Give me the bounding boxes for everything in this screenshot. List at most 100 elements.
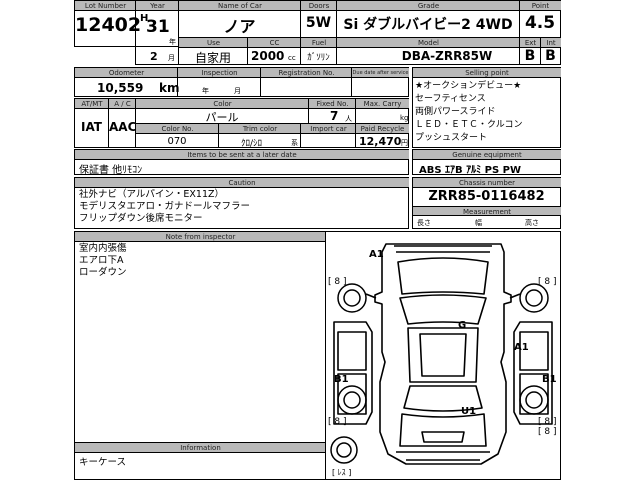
fixed-cell: Fixed No. 7 人 bbox=[308, 98, 356, 124]
lot-number: 12402 bbox=[75, 14, 142, 36]
grade-value: Si ダブルバイビー2 4WD bbox=[343, 17, 513, 33]
max-carry-label: Max. Carry bbox=[356, 99, 409, 109]
selling-point-line: 両側パワースライド bbox=[415, 107, 496, 117]
model-label: Model bbox=[337, 38, 520, 48]
ext-value: B bbox=[524, 48, 536, 64]
inspector-note-line: 室内内張傷 bbox=[79, 243, 127, 254]
inspection-month-unit: 月 bbox=[234, 87, 241, 95]
selling-point-line: プッシュスタート bbox=[415, 133, 488, 143]
fuel-label: Fuel bbox=[301, 38, 337, 48]
later-items-value: 保証書 他ﾘﾓｺﾝ bbox=[79, 165, 143, 176]
caution-line: 社外ナビ（アルパイン・EX11Z） bbox=[79, 189, 225, 200]
color-label: Color bbox=[136, 99, 309, 109]
fuel-value: ｶﾞｿﾘﾝ bbox=[307, 53, 330, 63]
selling-point-line: セーフティセンス bbox=[415, 94, 486, 104]
inspector-note-line: ローダウン bbox=[79, 267, 127, 278]
cc-cell: CC 2000 cc bbox=[247, 37, 301, 65]
later-items-cell: Items to be sent at a later date 保証書 他ﾘﾓ… bbox=[74, 149, 409, 176]
spare-tire-reading: [ ﾚｽ ] bbox=[332, 468, 351, 477]
mark-rear: U1 bbox=[461, 406, 476, 417]
ext-cell: Ext B bbox=[519, 37, 541, 65]
car-outline-diagram: A1 G A1 B1 B1 U1 [ 8 ] [ 8 ] [ 8 ] [ 8 ]… bbox=[328, 243, 557, 477]
inspection-label: Inspection bbox=[178, 68, 261, 78]
doors-value: 5W bbox=[305, 15, 332, 31]
inspector-note-line: エアロ下A bbox=[79, 255, 124, 266]
inspection-year-unit: 年 bbox=[202, 87, 209, 95]
selling-point-line: ＬＥＤ・ＥＴＣ・クルコン bbox=[415, 120, 523, 130]
int-label: Int bbox=[541, 38, 561, 48]
fixed-value: 7 bbox=[330, 109, 339, 123]
point-label: Point bbox=[520, 1, 561, 11]
trim-unit: 系 bbox=[291, 139, 298, 147]
color-no-label: Color No. bbox=[136, 124, 219, 134]
car-name: ノア bbox=[223, 17, 256, 36]
caution-line: フリップダウン後席モニター bbox=[79, 213, 203, 224]
registration-label: Registration No. bbox=[261, 68, 352, 78]
chassis-label: Chassis number bbox=[413, 178, 561, 188]
ac-label: A / C bbox=[109, 99, 136, 109]
equipment-value: ABS ｴｱB ｱﾙﾐ PS PW bbox=[419, 165, 522, 176]
month-cell: 2 月 bbox=[135, 46, 179, 65]
int-cell: Int B bbox=[540, 37, 561, 65]
information-cell: Information キーケース bbox=[74, 442, 326, 480]
inspector-note-cell: Note from inspector 室内内張傷 エアロ下A ローダウン bbox=[74, 231, 326, 443]
model-value: DBA-ZRR85W bbox=[401, 49, 493, 63]
car-diagram: A1 G A1 B1 B1 U1 [ 8 ] [ 8 ] [ 8 ] [ 8 ]… bbox=[325, 231, 561, 480]
trim-label: Trim color bbox=[219, 124, 301, 134]
tire-reading: [ 8 ] bbox=[538, 427, 556, 437]
tire-reading: [ 8 ] bbox=[538, 277, 556, 287]
odometer-cell: Odometer 10,559 km bbox=[74, 67, 179, 97]
use-value: 自家用 bbox=[194, 51, 231, 65]
due-date-label: Due date after service bbox=[352, 68, 409, 78]
use-label: Use bbox=[179, 38, 248, 48]
recycle-value: 12,470 bbox=[359, 135, 402, 148]
int-value: B bbox=[545, 48, 556, 64]
lot-label: Lot Number bbox=[75, 1, 136, 11]
mark-right-rear: B1 bbox=[542, 374, 557, 385]
recycle-cell: Paid Recycle 12,470 円 bbox=[355, 123, 409, 148]
import-cell: Import car bbox=[300, 123, 356, 148]
chassis-number: ZRR85-0116482 bbox=[428, 189, 545, 204]
max-carry-cell: Max. Carry kg bbox=[355, 98, 409, 124]
import-label: Import car bbox=[301, 124, 356, 134]
caution-line: モデリスタエアロ・ガナドールマフラー bbox=[79, 201, 251, 212]
inspector-note-label: Note from inspector bbox=[75, 232, 326, 242]
selling-point-cell: Selling point ★オークションデビュー★ セーフティセンス 両側パワ… bbox=[412, 67, 561, 148]
odometer-value: 10,559 bbox=[97, 81, 144, 95]
atmt-value: IAT bbox=[80, 120, 102, 134]
mark-front: A1 bbox=[369, 249, 384, 260]
mark-right-side: A1 bbox=[514, 342, 529, 353]
information-line: キーケース bbox=[79, 457, 127, 468]
registration-cell: Registration No. bbox=[260, 67, 352, 97]
cc-unit: cc bbox=[288, 54, 296, 62]
ac-cell: A / C AAC bbox=[108, 98, 136, 148]
measurement-label: Measurement bbox=[413, 206, 561, 216]
chassis-cell: Chassis number ZRR85-0116482 Measurement… bbox=[412, 177, 561, 229]
year-label: Year bbox=[136, 1, 179, 11]
odometer-label: Odometer bbox=[75, 68, 178, 78]
doors-label: Doors bbox=[301, 1, 337, 11]
recycle-unit: 円 bbox=[401, 139, 408, 147]
month-value: 2 bbox=[150, 50, 158, 63]
atmt-cell: AT/MT IAT bbox=[74, 98, 109, 148]
color-no-value: 070 bbox=[167, 136, 187, 147]
recycle-label: Paid Recycle bbox=[356, 124, 409, 134]
lot-cell: Lot Number 12402 bbox=[74, 0, 142, 47]
car-name-cell: Name of Car ノア bbox=[178, 0, 301, 38]
mark-left-rear: B1 bbox=[334, 374, 349, 385]
year-value: 31 bbox=[146, 17, 170, 37]
cc-value: 2000 bbox=[251, 49, 285, 63]
ext-label: Ext bbox=[520, 38, 541, 48]
tire-reading: [ 8 ] bbox=[538, 417, 556, 427]
max-carry-unit: kg bbox=[400, 114, 409, 122]
fixed-label: Fixed No. bbox=[309, 99, 356, 109]
equipment-cell: Genuine equipment ABS ｴｱB ｱﾙﾐ PS PW bbox=[412, 149, 561, 176]
mark-roof: G bbox=[458, 320, 466, 331]
model-cell: Model DBA-ZRR85W bbox=[336, 37, 520, 65]
selling-point-line: ★オークションデビュー★ bbox=[415, 81, 522, 91]
color-no-cell: Color No. 070 bbox=[135, 123, 219, 148]
doors-cell: Doors 5W bbox=[300, 0, 337, 38]
equipment-label: Genuine equipment bbox=[413, 150, 561, 160]
trim-cell: Trim color ｸﾛ/ｼﾛ 系 bbox=[218, 123, 301, 149]
selling-point-label: Selling point bbox=[413, 68, 561, 78]
